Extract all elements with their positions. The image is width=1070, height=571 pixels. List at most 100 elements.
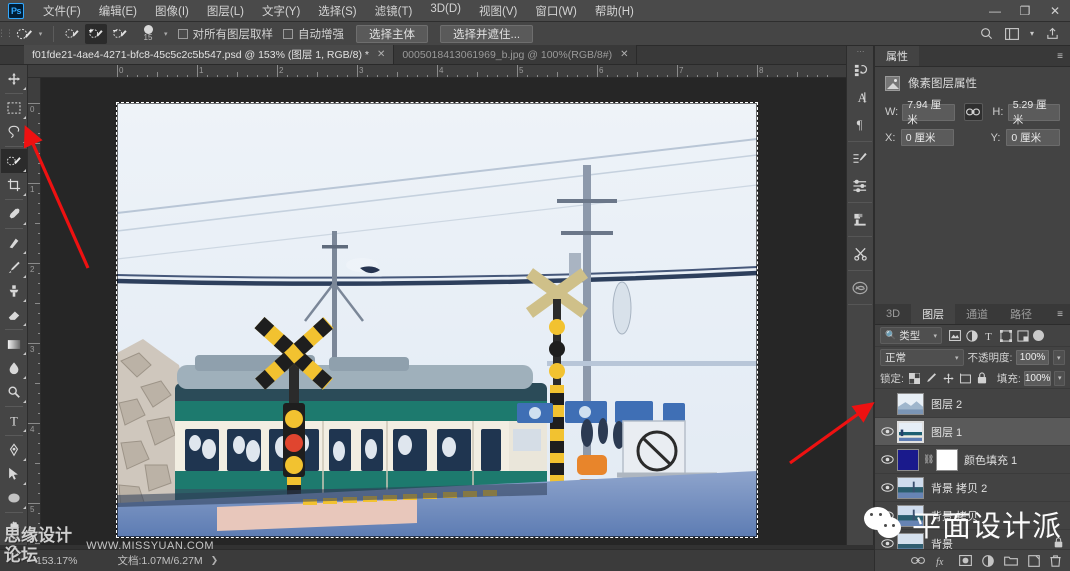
opacity-chevron-down-icon[interactable]: ▾ xyxy=(1052,350,1065,365)
blur-tool[interactable] xyxy=(1,356,27,380)
width-input[interactable]: 7.94 厘米 xyxy=(902,99,955,126)
menu-item-3[interactable]: 图层(L) xyxy=(198,0,253,22)
restore-button[interactable]: ❐ xyxy=(1010,0,1040,22)
eraser-tool[interactable] xyxy=(1,303,27,327)
brush-chevron-down-icon[interactable]: ▾ xyxy=(164,30,168,38)
clone-source-icon[interactable] xyxy=(847,206,873,233)
chevron-down-icon[interactable]: ▾ xyxy=(1026,23,1038,45)
filter-adjustment-icon[interactable] xyxy=(963,327,980,344)
lasso-tool[interactable] xyxy=(1,120,27,144)
move-tool[interactable] xyxy=(1,67,27,91)
menu-item-5[interactable]: 选择(S) xyxy=(309,0,365,22)
layer-visibility-toggle[interactable] xyxy=(877,530,897,552)
workspace-icon[interactable] xyxy=(1000,23,1024,45)
type-tool[interactable]: T xyxy=(1,409,27,433)
layers-tab-3[interactable]: 路径 xyxy=(999,304,1043,324)
menu-item-9[interactable]: 窗口(W) xyxy=(526,0,586,22)
menu-item-0[interactable]: 文件(F) xyxy=(34,0,90,22)
menu-item-4[interactable]: 文字(Y) xyxy=(253,0,309,22)
lock-position-icon[interactable] xyxy=(941,371,956,386)
properties-panel-menu-icon[interactable]: ≡ xyxy=(1050,46,1070,66)
document-tab-1[interactable]: 0005018413061969_b.jpg @ 100%(RGB/8#) ✕ xyxy=(394,45,638,64)
x-input[interactable]: 0 厘米 xyxy=(900,129,955,146)
link-dimensions-icon[interactable] xyxy=(963,103,984,121)
canvas-area[interactable] xyxy=(41,78,846,545)
menu-item-6[interactable]: 滤镜(T) xyxy=(366,0,422,22)
subtract-from-selection-button[interactable] xyxy=(109,24,131,44)
path-selection-tool[interactable] xyxy=(1,462,27,486)
menu-item-8[interactable]: 视图(V) xyxy=(470,0,526,22)
blend-mode-select[interactable]: 正常 ▾ xyxy=(880,349,964,366)
filter-pixel-icon[interactable] xyxy=(946,327,963,344)
lock-image-pixels-icon[interactable] xyxy=(924,371,939,386)
sample-all-layers-checkbox[interactable]: 对所有图层取样 xyxy=(177,26,273,42)
filter-smart-object-icon[interactable] xyxy=(1014,327,1031,344)
layer-list[interactable]: 图层 2 图层 1 ⛓ 颜色填充 1 背景 拷贝 2 背景 拷贝 背景 xyxy=(875,390,1070,551)
crop-tool[interactable] xyxy=(1,173,27,197)
status-expand-arrow-icon[interactable]: ❯ xyxy=(211,555,219,566)
layers-tab-0[interactable]: 3D xyxy=(875,304,911,324)
layers-panel-menu-icon[interactable]: ≡ xyxy=(1050,304,1070,324)
menu-item-7[interactable]: 3D(D) xyxy=(421,0,470,22)
fill-chevron-down-icon[interactable]: ▾ xyxy=(1054,370,1065,386)
gradient-tool[interactable] xyxy=(1,332,27,356)
fill-value[interactable]: 100% xyxy=(1023,370,1052,386)
layer-row[interactable]: 背景 xyxy=(875,530,1070,551)
y-input[interactable]: 0 厘米 xyxy=(1006,129,1060,146)
add-to-selection-button[interactable] xyxy=(85,23,107,44)
auto-enhance-checkbox[interactable]: 自动增强 xyxy=(283,26,344,42)
select-and-mask-button[interactable]: 选择并遮住... xyxy=(440,24,534,43)
fill-layer-swatch[interactable] xyxy=(897,448,919,471)
document-tab-0[interactable]: f01fde21-4ae4-4271-bfc8-45c5c2c5b547.psd… xyxy=(24,45,395,64)
layer-visibility-toggle[interactable] xyxy=(877,502,897,530)
layer-row[interactable]: 图层 2 xyxy=(875,390,1070,418)
menu-item-2[interactable]: 图像(I) xyxy=(146,0,198,22)
select-subject-button[interactable]: 选择主体 xyxy=(356,24,429,43)
brush-size-control[interactable]: 15 xyxy=(135,25,161,42)
horizontal-ruler[interactable]: 0 1 2 3 4 5 6 7 8 xyxy=(28,65,846,78)
delete-layer-icon[interactable] xyxy=(1050,554,1061,567)
filter-toggle-switch[interactable] xyxy=(1033,330,1044,341)
document-window[interactable] xyxy=(116,102,758,538)
character-panel-icon[interactable]: A xyxy=(847,84,873,111)
vertical-ruler[interactable]: 0 1 2 3 4 5 xyxy=(28,78,41,545)
new-layer-icon[interactable] xyxy=(1028,554,1040,567)
layer-row[interactable]: 背景 拷贝 2 xyxy=(875,474,1070,502)
lock-artboard-icon[interactable] xyxy=(958,371,973,386)
layer-row[interactable]: 背景 拷贝 xyxy=(875,502,1070,530)
zoom-level[interactable]: 153.17% xyxy=(36,555,77,567)
new-selection-button[interactable] xyxy=(61,24,83,44)
menu-item-10[interactable]: 帮助(H) xyxy=(586,0,643,22)
new-group-icon[interactable] xyxy=(1004,555,1018,566)
spot-healing-brush-tool[interactable] xyxy=(1,231,27,255)
ellipse-tool[interactable] xyxy=(1,486,27,510)
adjustments-icon[interactable] xyxy=(847,172,873,199)
rectangular-marquee-tool[interactable] xyxy=(1,96,27,120)
dodge-tool[interactable] xyxy=(1,380,27,404)
layer-thumbnail[interactable] xyxy=(897,504,924,527)
hand-tool[interactable] xyxy=(1,515,27,539)
filter-type-icon[interactable]: T xyxy=(980,327,997,344)
lock-transparent-pixels-icon[interactable] xyxy=(907,371,922,386)
creative-cloud-icon[interactable] xyxy=(847,274,873,301)
scissors-icon[interactable] xyxy=(847,240,873,267)
layers-tab-1[interactable]: 图层 xyxy=(911,304,956,324)
rail-grip[interactable]: ⋯ xyxy=(846,46,874,57)
tool-preset-picker[interactable]: ▾ xyxy=(12,24,46,44)
opacity-value[interactable]: 100% xyxy=(1016,350,1049,365)
filter-kind-select[interactable]: 🔍 类型 ▾ xyxy=(880,327,942,344)
menu-item-1[interactable]: 编辑(E) xyxy=(90,0,146,22)
height-input[interactable]: 5.29 厘米 xyxy=(1007,99,1060,126)
search-icon[interactable] xyxy=(974,23,998,45)
share-icon[interactable] xyxy=(1040,23,1064,45)
history-icon[interactable] xyxy=(847,57,873,84)
layer-mask-thumbnail[interactable] xyxy=(936,448,958,471)
filter-shape-icon[interactable] xyxy=(997,327,1014,344)
layer-thumbnail[interactable] xyxy=(897,420,924,443)
layers-tab-2[interactable]: 通道 xyxy=(955,304,999,324)
layer-thumbnail[interactable] xyxy=(897,476,924,499)
layer-visibility-toggle[interactable] xyxy=(877,446,897,474)
layer-thumbnail[interactable] xyxy=(897,392,924,415)
brush-settings-icon[interactable] xyxy=(847,145,873,172)
link-layers-icon[interactable] xyxy=(911,556,925,565)
